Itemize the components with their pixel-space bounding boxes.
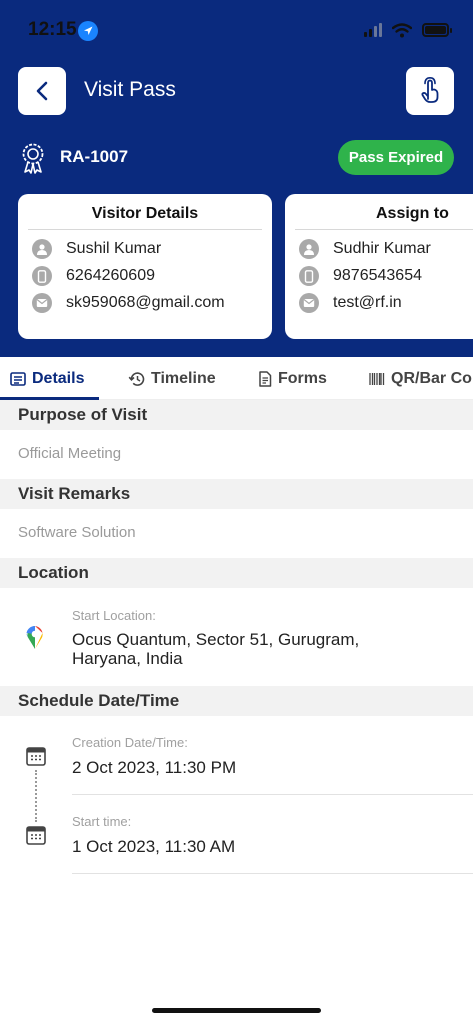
start-time-value: 1 Oct 2023, 11:30 AM — [72, 837, 236, 856]
calendar-icon — [26, 826, 46, 845]
barcode-icon — [369, 372, 385, 385]
start-location-label: Start Location: — [72, 608, 156, 623]
cellular-signal-icon — [364, 23, 382, 37]
remarks-heading: Visit Remarks — [0, 479, 473, 509]
award-badge-icon — [22, 143, 44, 174]
tab-label: Details — [32, 369, 85, 387]
wifi-icon — [392, 22, 412, 37]
tab-bar: Details Timeline Forms QR/Bar Co — [0, 357, 473, 400]
detail-cards[interactable]: Visitor Details Sushil Kumar 6264260609 … — [0, 194, 473, 340]
person-icon — [32, 239, 52, 259]
pass-id: RA-1007 — [60, 147, 129, 166]
history-icon — [128, 371, 145, 386]
phone-icon — [299, 266, 319, 286]
back-button[interactable] — [18, 67, 66, 115]
person-icon — [299, 239, 319, 259]
visitor-phone: 6264260609 — [66, 267, 155, 284]
assignee-name: Sudhir Kumar — [333, 240, 431, 257]
assignee-phone: 9876543654 — [333, 267, 422, 284]
assignee-email: test@rf.in — [333, 294, 402, 311]
visitor-details-card: Visitor Details Sushil Kumar 6264260609 … — [18, 194, 272, 339]
remarks-value: Software Solution — [18, 524, 136, 541]
divider — [295, 229, 473, 230]
start-location-line-1: Ocus Quantum, Sector 51, Gurugram, — [72, 630, 360, 649]
tab-details[interactable]: Details — [10, 357, 85, 399]
start-time-label: Start time: — [72, 814, 132, 829]
home-indicator[interactable] — [152, 1008, 321, 1013]
creation-label: Creation Date/Time: — [72, 735, 188, 750]
page-title: Visit Pass — [84, 78, 176, 101]
mail-icon — [32, 293, 52, 313]
status-time: 12:15 — [28, 19, 77, 40]
tab-label: Timeline — [151, 369, 216, 387]
location-heading: Location — [0, 558, 473, 588]
tab-label: QR/Bar Co — [391, 369, 472, 387]
tab-label: Forms — [278, 369, 327, 387]
divider — [72, 794, 473, 795]
location-arrow-icon — [78, 21, 98, 41]
assign-to-card: Assign to Sudhir Kumar 9876543654 test@r… — [285, 194, 473, 339]
timeline-connector — [35, 770, 37, 822]
calendar-icon — [26, 747, 46, 766]
document-icon — [259, 370, 272, 387]
map-pin-icon — [26, 625, 43, 649]
tab-forms[interactable]: Forms — [258, 357, 327, 399]
touch-icon — [421, 77, 439, 103]
phone-icon — [32, 266, 52, 286]
card-title: Visitor Details — [91, 205, 199, 222]
schedule-heading: Schedule Date/Time — [0, 686, 473, 716]
status-bar: 12:15 — [0, 0, 473, 56]
divider — [28, 229, 262, 230]
card-title: Assign to — [376, 205, 449, 222]
battery-icon — [422, 23, 452, 37]
tab-timeline[interactable]: Timeline — [128, 357, 216, 399]
visitor-name: Sushil Kumar — [66, 240, 162, 257]
visitor-email: sk959068@gmail.com — [66, 294, 225, 311]
status-badge: Pass Expired — [338, 140, 454, 175]
tab-qr-barcode[interactable]: QR/Bar Co — [369, 357, 472, 399]
touch-button[interactable] — [406, 67, 454, 115]
purpose-heading: Purpose of Visit — [0, 400, 473, 430]
creation-value: 2 Oct 2023, 11:30 PM — [72, 758, 237, 777]
purpose-value: Official Meeting — [18, 445, 122, 462]
list-icon — [10, 371, 26, 386]
start-location-line-2: Haryana, India — [72, 649, 183, 668]
mail-icon — [299, 293, 319, 313]
chevron-left-icon — [36, 81, 48, 101]
divider — [72, 873, 473, 874]
